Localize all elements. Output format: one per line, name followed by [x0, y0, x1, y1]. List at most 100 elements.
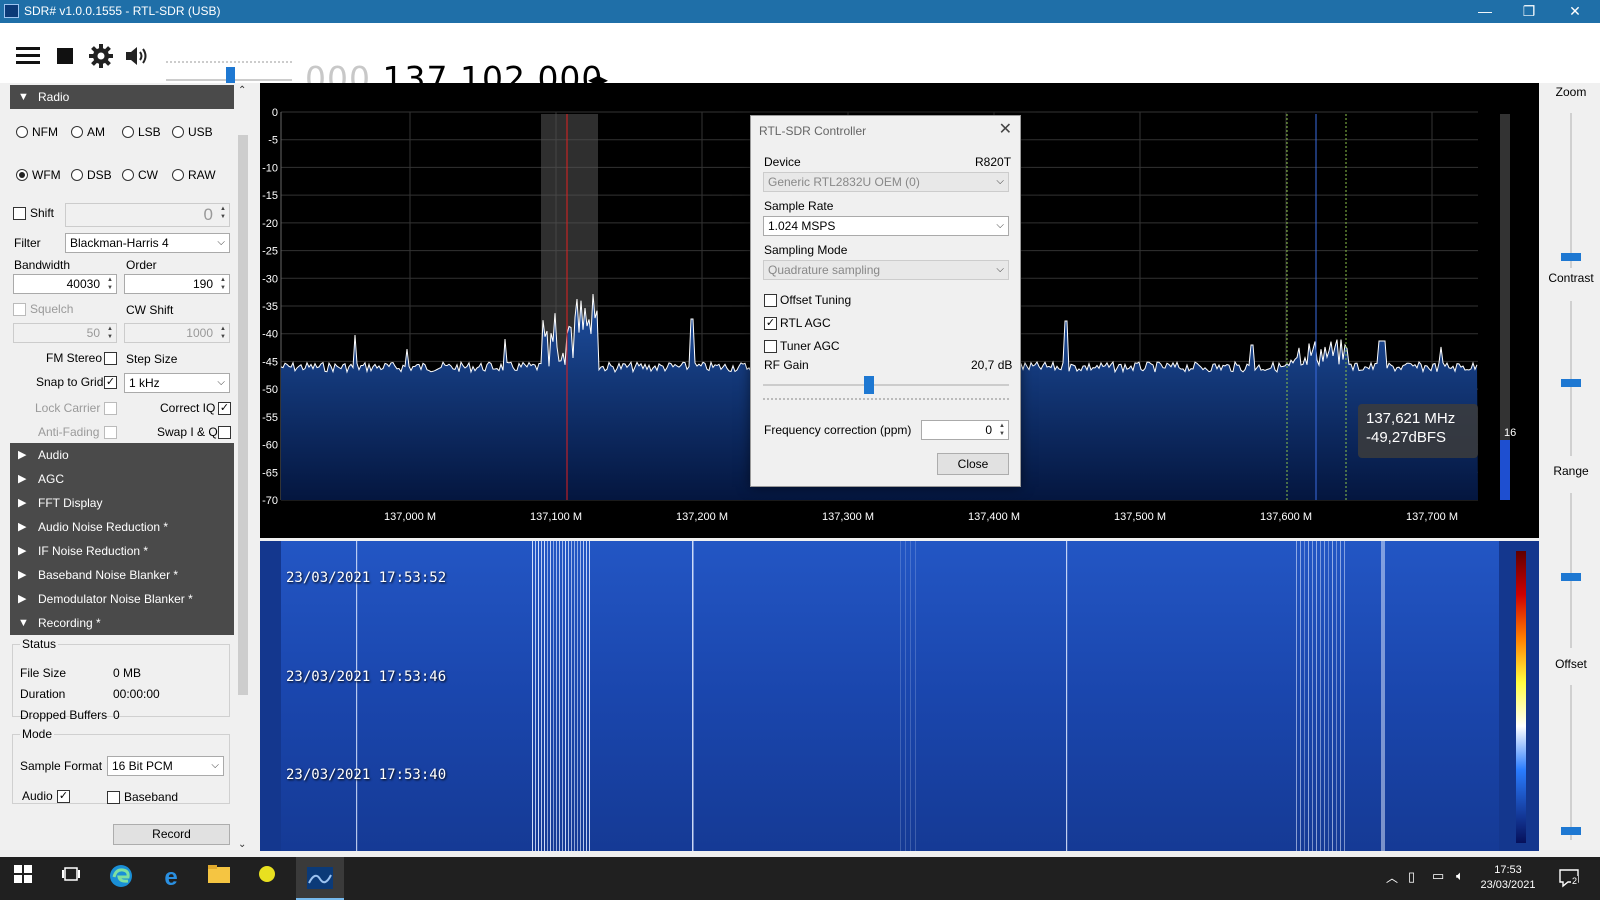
y-tick-label: -45: [262, 356, 278, 368]
waterfall-plot[interactable]: [260, 541, 1539, 851]
filter-select[interactable]: Blackman-Harris 4 ⌵: [65, 233, 230, 253]
scroll-up-icon[interactable]: ⌃: [238, 85, 246, 96]
collapse-arrow-icon: ▼: [18, 617, 29, 629]
sample-rate-select[interactable]: 1.024 MSPS ⌵: [763, 216, 1009, 236]
shift-spinner[interactable]: ▲ ▼: [218, 205, 228, 221]
device-select[interactable]: Generic RTL2832U OEM (0) ⌵: [763, 172, 1009, 192]
order-spinner[interactable]: ▲ ▼: [218, 276, 228, 292]
range-slider[interactable]: [1570, 493, 1572, 648]
step-size-select[interactable]: 1 kHz ⌵: [124, 373, 230, 393]
volume-tray-icon[interactable]: 🔈︎: [1456, 868, 1464, 884]
correct-iq-checkbox[interactable]: ✓: [218, 402, 231, 415]
radio-raw[interactable]: [172, 169, 184, 181]
dialog-close-button[interactable]: Close: [937, 453, 1009, 475]
notifications-button[interactable]: 2: [1558, 867, 1580, 892]
battery-icon[interactable]: ▯: [1408, 869, 1415, 885]
fm-stereo-checkbox[interactable]: [104, 352, 117, 365]
maximize-button[interactable]: ❐: [1506, 0, 1552, 23]
network-icon[interactable]: ▭: [1432, 868, 1444, 884]
audio-button[interactable]: [122, 43, 152, 73]
rf-gain-slider[interactable]: [763, 384, 1009, 386]
lock-carrier-checkbox[interactable]: [104, 402, 117, 415]
squelch-spinner[interactable]: ▲ ▼: [105, 325, 115, 341]
minimize-button[interactable]: —: [1462, 0, 1508, 23]
squelch-checkbox[interactable]: [13, 303, 26, 316]
stop-button[interactable]: [50, 43, 80, 73]
frequency-correction-spinner[interactable]: ▲ ▼: [997, 422, 1007, 438]
waterfall-signal-trace: [580, 541, 581, 851]
app-icon: [4, 4, 19, 18]
file-explorer-button[interactable]: [204, 863, 234, 893]
sample-format-select[interactable]: 16 Bit PCM ⌵: [107, 756, 224, 776]
offset-tuning-checkbox[interactable]: [764, 294, 777, 307]
radio-am[interactable]: [71, 126, 83, 138]
swap-iq-checkbox[interactable]: [218, 426, 231, 439]
waterfall-display[interactable]: 23/03/2021 17:53:52 23/03/2021 17:53:46 …: [260, 541, 1539, 851]
order-input[interactable]: 190 ▲ ▼: [124, 274, 230, 294]
cw-shift-input[interactable]: 1000 ▲ ▼: [124, 323, 230, 343]
radio-section-header[interactable]: ▼ Radio: [10, 85, 234, 109]
sdrsharp-taskbar-button[interactable]: [296, 857, 344, 900]
scroll-down-icon[interactable]: ⌄: [238, 839, 246, 850]
squelch-input[interactable]: 50 ▲ ▼: [13, 323, 117, 343]
bandwidth-input[interactable]: 40030 ▲ ▼: [13, 274, 117, 294]
audio-noise-reduction-section-header[interactable]: ▶ Audio Noise Reduction *: [10, 515, 234, 539]
left-panel-scrollbar[interactable]: ⌃ ⌄: [236, 83, 250, 857]
baseband-noise-blanker-section-header[interactable]: ▶ Baseband Noise Blanker *: [10, 563, 234, 587]
radio-wfm[interactable]: [16, 169, 28, 181]
menu-button[interactable]: [13, 43, 43, 73]
zoom-slider-thumb[interactable]: [1561, 253, 1581, 261]
fft-display-section-header[interactable]: ▶ FFT Display: [10, 491, 234, 515]
bandwidth-value: 40030: [66, 277, 100, 291]
anti-fading-checkbox[interactable]: [104, 426, 117, 439]
tuner-agc-checkbox[interactable]: [764, 340, 777, 353]
internet-explorer-button[interactable]: e: [156, 863, 186, 893]
record-button[interactable]: Record: [113, 824, 230, 845]
edge-browser-button[interactable]: [106, 863, 136, 893]
clock[interactable]: 17:53 23/03/2021: [1478, 863, 1538, 893]
offset-slider[interactable]: [1570, 685, 1572, 840]
task-view-button[interactable]: [56, 863, 86, 893]
cw-shift-spinner[interactable]: ▲ ▼: [218, 325, 228, 341]
frequency-correction-input[interactable]: 0 ▲ ▼: [921, 420, 1009, 440]
app-button[interactable]: [252, 863, 282, 893]
clock-date: 23/03/2021: [1480, 879, 1536, 891]
y-tick-label: -20: [262, 218, 278, 230]
sampling-mode-select[interactable]: Quadrature sampling ⌵: [763, 260, 1009, 280]
toolbar: 000.137.102.000 ◂▸: [0, 23, 1600, 98]
shift-checkbox[interactable]: [13, 207, 26, 220]
show-hidden-icons-icon[interactable]: ︿: [1386, 869, 1398, 886]
radio-cw[interactable]: [122, 169, 134, 181]
scrollbar-thumb[interactable]: [238, 135, 248, 695]
audio-record-checkbox[interactable]: ✓: [57, 790, 70, 803]
offset-tuning-label: Offset Tuning: [780, 293, 852, 307]
dialog-close-icon[interactable]: ✕: [999, 119, 1012, 139]
audio-section-header[interactable]: ▶ Audio: [10, 443, 234, 467]
snap-to-grid-checkbox[interactable]: ✓: [104, 376, 117, 389]
radio-usb[interactable]: [172, 126, 184, 138]
close-window-button[interactable]: ✕: [1552, 0, 1598, 23]
shift-value: 0: [203, 205, 213, 224]
radio-dsb[interactable]: [71, 169, 83, 181]
settings-button[interactable]: [86, 43, 116, 73]
chevron-down-icon: ⌵: [996, 220, 1004, 231]
baseband-record-checkbox[interactable]: [107, 791, 120, 804]
radio-lsb[interactable]: [122, 126, 134, 138]
agc-section-header[interactable]: ▶ AGC: [10, 467, 234, 491]
shift-input[interactable]: 0 ▲ ▼: [65, 203, 230, 227]
zoom-slider[interactable]: [1570, 113, 1572, 268]
demodulator-noise-blanker-section-header[interactable]: ▶ Demodulator Noise Blanker *: [10, 587, 234, 611]
contrast-slider-thumb[interactable]: [1561, 379, 1581, 387]
range-slider-thumb[interactable]: [1561, 573, 1581, 581]
waterfall-signal-trace: [915, 541, 916, 851]
section-title: Radio: [38, 90, 70, 104]
radio-nfm[interactable]: [16, 126, 28, 138]
recording-section-header[interactable]: ▼ Recording *: [10, 611, 234, 635]
chevron-down-icon: ⌵: [217, 237, 225, 248]
rtl-agc-checkbox[interactable]: ✓: [764, 317, 777, 330]
offset-slider-thumb[interactable]: [1561, 827, 1581, 835]
start-button[interactable]: [8, 863, 38, 893]
rf-gain-slider-thumb[interactable]: [864, 376, 874, 394]
bandwidth-spinner[interactable]: ▲ ▼: [105, 276, 115, 292]
if-noise-reduction-section-header[interactable]: ▶ IF Noise Reduction *: [10, 539, 234, 563]
